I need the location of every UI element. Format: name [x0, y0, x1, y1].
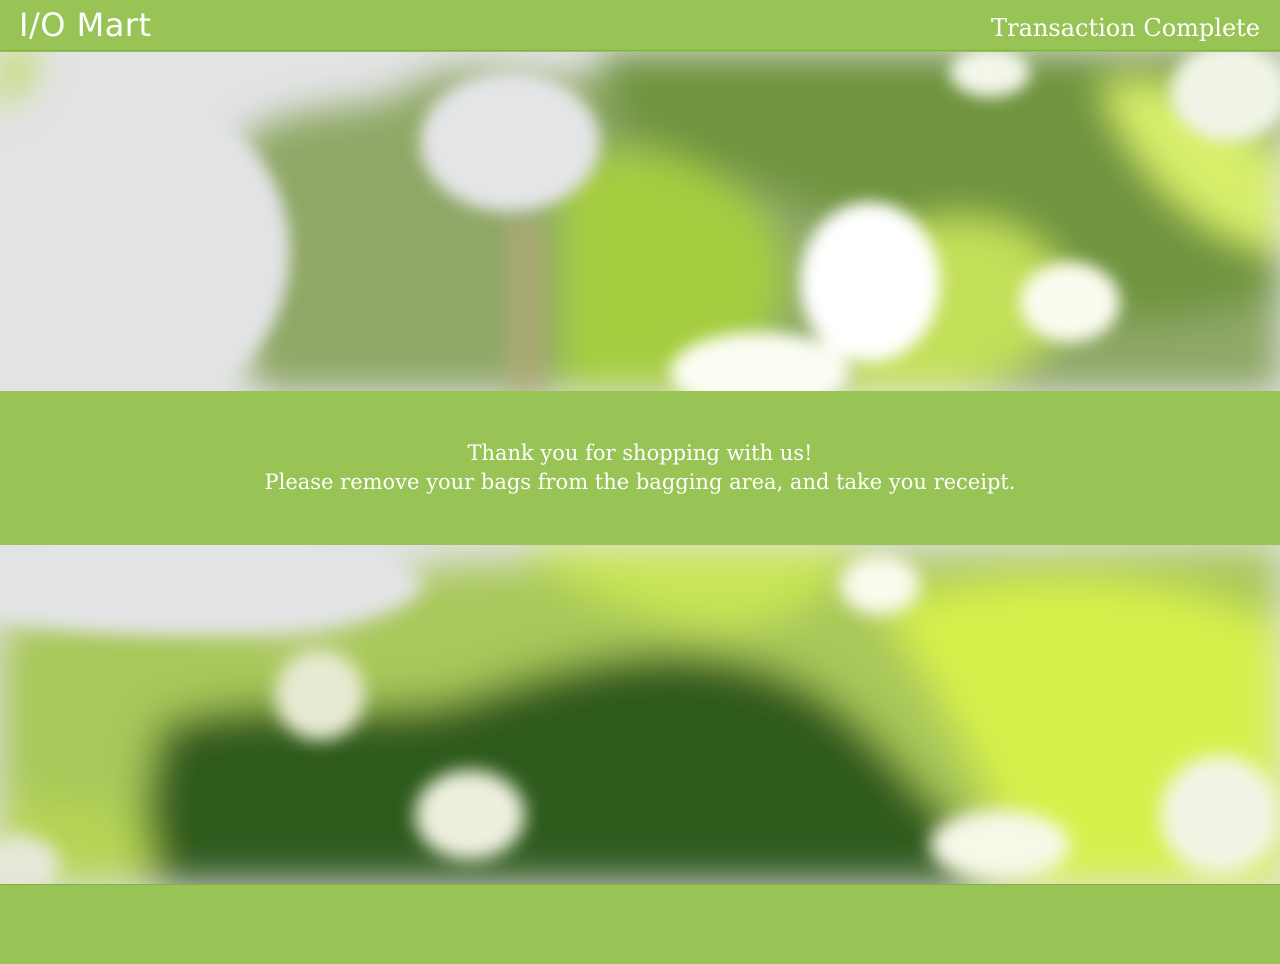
message-band: Thank you for shopping with us! Please r… [0, 391, 1280, 545]
blurred-leaves-image [0, 52, 1280, 391]
instructions-line: Please remove your bags from the bagging… [264, 470, 1016, 494]
leaves-banner-top [0, 52, 1280, 391]
footer-band [0, 886, 1280, 964]
leaves-banner-bottom [0, 545, 1280, 885]
brand-title: I/O Mart [19, 6, 152, 44]
thank-you-message: Thank you for shopping with us! Please r… [0, 439, 1280, 497]
thank-you-line: Thank you for shopping with us! [467, 441, 813, 465]
app-header: I/O Mart Transaction Complete [0, 0, 1280, 51]
blurred-leaves-image [0, 545, 1280, 884]
transaction-status: Transaction Complete [991, 14, 1260, 42]
